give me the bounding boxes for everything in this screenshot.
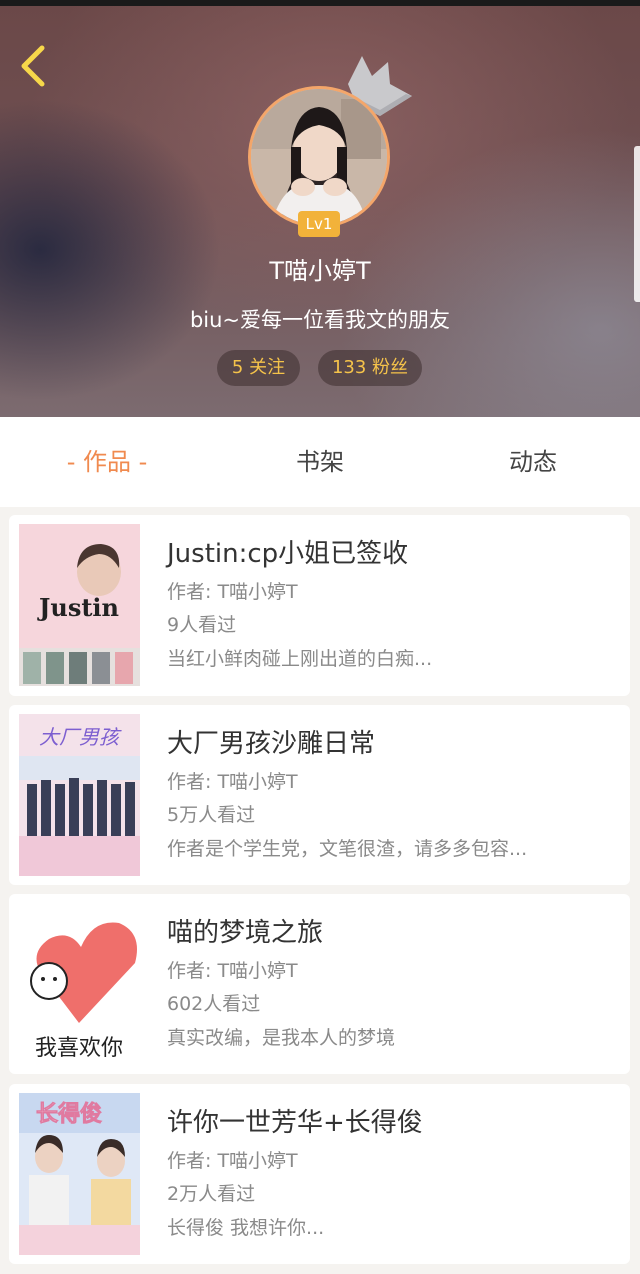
tab-bookshelf[interactable]: 书架: [265, 445, 375, 479]
book-cover: 大厂男孩: [19, 714, 140, 876]
book-cover: 长得俊: [19, 1093, 140, 1255]
book-title: Justin:cp小姐已签收: [167, 539, 409, 569]
book-views: 2万人看过: [167, 1183, 256, 1205]
book-cover: 我喜欢你: [19, 903, 140, 1065]
book-description: 真实改编，是我本人的梦境: [167, 1027, 396, 1049]
book-title: 喵的梦境之旅: [167, 918, 324, 948]
book-author: 作者: T喵小婷T: [167, 1150, 298, 1172]
book-author: 作者: T喵小婷T: [167, 960, 298, 982]
book-description: 长得俊 我想许你...: [167, 1217, 325, 1239]
book-views: 602人看过: [167, 993, 261, 1015]
book-description: 当红小鲜肉碰上刚出道的白痴...: [167, 648, 433, 670]
fans-count-button[interactable]: 133 粉丝: [318, 350, 422, 386]
level-badge: Lv1: [298, 211, 340, 237]
book-card[interactable]: 我喜欢你 喵的梦境之旅 作者: T喵小婷T 602人看过 真实改编，是我本人的梦…: [9, 894, 630, 1074]
tab-bar: - 作品 - 书架 动态: [0, 417, 640, 507]
book-description: 作者是个学生党，文笔很渣，请多多包容...: [167, 838, 528, 860]
status-bar: [0, 0, 640, 6]
profile-header: Lv1 T喵小婷T biu~爱每一位看我文的朋友 5 关注 133 粉丝: [0, 0, 640, 417]
username: T喵小婷T: [269, 257, 371, 285]
book-title: 许你一世芳华+长得俊: [167, 1108, 423, 1138]
following-count-button[interactable]: 5 关注: [217, 350, 300, 386]
bio: biu~爱每一位看我文的朋友: [189, 308, 451, 332]
chevron-left-icon: [21, 45, 45, 87]
book-author: 作者: T喵小婷T: [167, 581, 298, 603]
cover-title-text: 长得俊: [36, 1101, 102, 1127]
cover-title-text: 大厂男孩: [39, 725, 122, 749]
tab-works[interactable]: - 作品 -: [52, 445, 162, 479]
book-cover: Justin: [19, 524, 140, 686]
book-card[interactable]: 大厂男孩 大厂男孩沙雕日常 作者: T喵小婷T 5万人看过 作者是个学生党，文笔…: [9, 705, 630, 885]
book-title: 大厂男孩沙雕日常: [167, 729, 376, 759]
book-author: 作者: T喵小婷T: [167, 771, 298, 793]
avatar-image: [248, 86, 390, 228]
book-views: 9人看过: [167, 614, 237, 636]
book-card[interactable]: 长得俊 许你一世芳华+长得俊 作者: T喵小婷T 2万人看过 长得俊 我想许你.…: [9, 1084, 630, 1264]
book-card[interactable]: Justin Justin:cp小姐已签收 作者: T喵小婷T 9人看过 当红小…: [9, 515, 630, 696]
cover-title-text: Justin: [37, 593, 119, 622]
book-views: 5万人看过: [167, 804, 256, 826]
avatar[interactable]: [248, 86, 390, 228]
tab-activity[interactable]: 动态: [478, 445, 588, 479]
back-button[interactable]: [14, 42, 56, 92]
cover-title-text: 我喜欢你: [35, 1036, 123, 1061]
